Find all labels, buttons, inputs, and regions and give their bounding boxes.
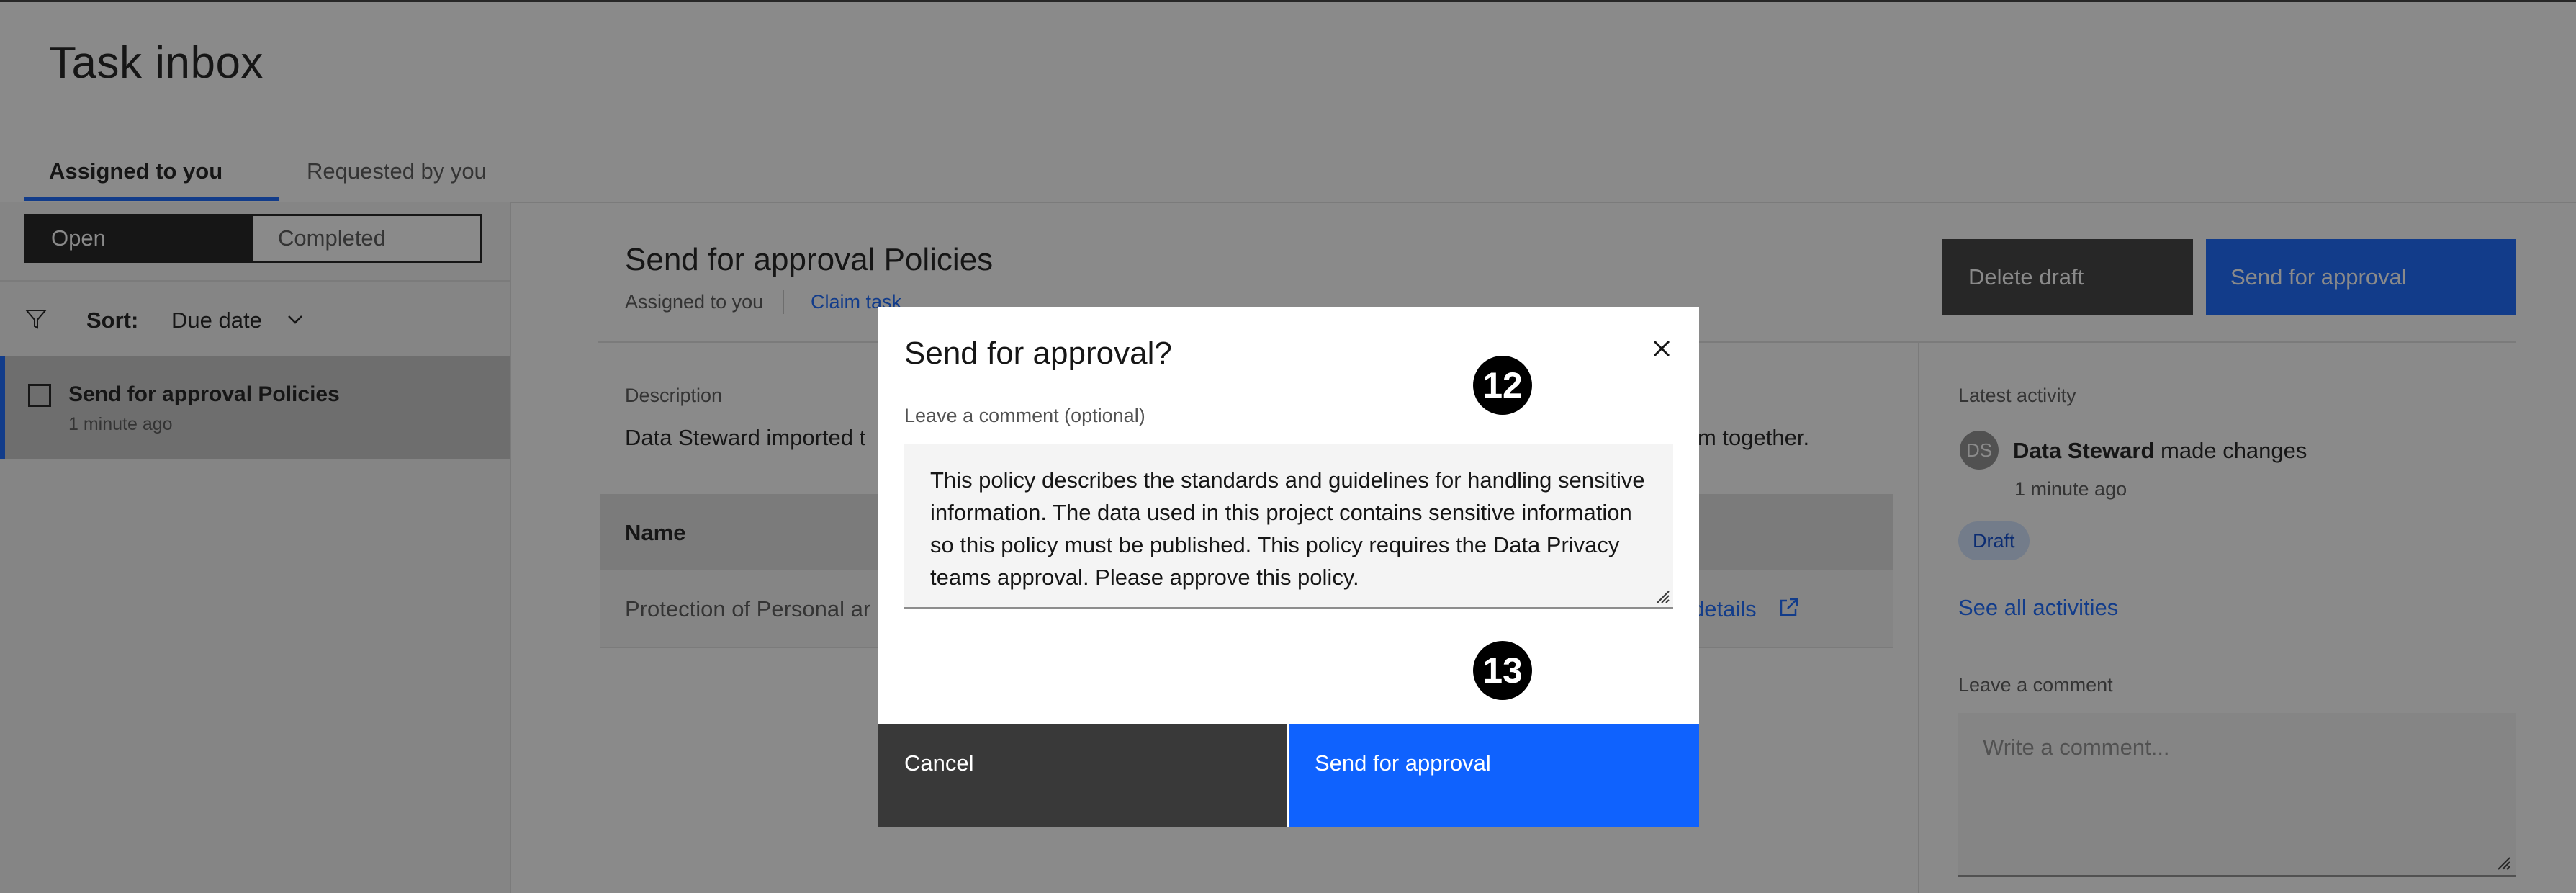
resize-grip-icon[interactable]: [1653, 587, 1670, 604]
modal-title: Send for approval?: [904, 336, 1172, 371]
modal-comment-textarea[interactable]: This policy describes the standards and …: [904, 444, 1673, 609]
modal-send-for-approval-button[interactable]: Send for approval: [1289, 724, 1699, 827]
modal-comment-label: Leave a comment (optional): [904, 405, 1145, 426]
modal-comment-value: This policy describes the standards and …: [930, 467, 1645, 590]
close-icon[interactable]: [1646, 333, 1677, 364]
callout-badge-12: 12: [1473, 356, 1532, 415]
send-for-approval-modal: Send for approval? Leave a comment (opti…: [878, 307, 1699, 827]
cancel-button[interactable]: Cancel: [878, 724, 1287, 827]
callout-badge-13: 13: [1473, 641, 1532, 700]
